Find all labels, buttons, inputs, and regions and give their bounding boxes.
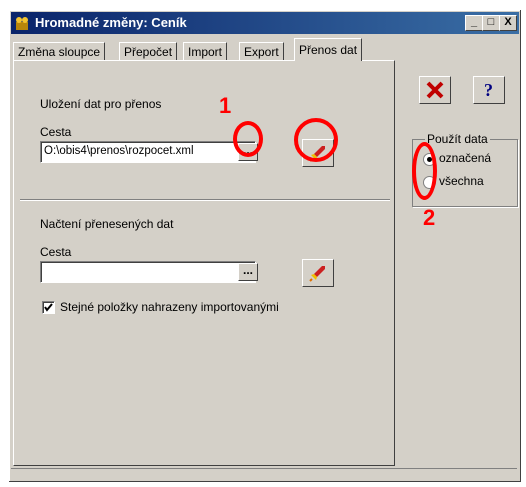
tab-prenos-dat[interactable]: Přenos dat (294, 38, 363, 61)
tab-panel: Uložení dat pro přenos Cesta O:\obis4\pr… (13, 60, 395, 466)
replace-checkbox[interactable] (42, 301, 55, 314)
annotation-ring-radios (412, 142, 437, 200)
maximize-button[interactable]: □ (482, 15, 500, 31)
import-browse-button[interactable]: ... (238, 263, 258, 281)
annotation-ring-browse (233, 121, 263, 157)
help-button[interactable]: ? (473, 76, 505, 104)
tab-zmena-sloupce[interactable]: Změna sloupce (13, 42, 106, 61)
question-icon: ? (484, 80, 493, 100)
red-x-icon (426, 81, 444, 99)
export-heading: Uložení dat pro přenos (40, 97, 162, 111)
annotation-number-2: 2 (423, 205, 436, 230)
window-title: Hromadné změny: Ceník (35, 15, 187, 30)
import-heading: Načtení přenesených dat (40, 217, 174, 231)
use-data-label: Použít data (425, 132, 490, 146)
tab-prepocet[interactable]: Přepočet (119, 42, 178, 61)
export-path-label: Cesta (40, 125, 72, 139)
dialog-window: Hromadné změny: Ceník _ □ X Změna sloupc… (9, 10, 521, 482)
rocket-icon (309, 266, 325, 282)
tab-import[interactable]: Import (183, 42, 228, 61)
check-icon (44, 303, 53, 312)
radio-vsechna-label: všechna (439, 174, 484, 188)
import-run-button[interactable] (302, 259, 334, 287)
annotation-ring-run (294, 118, 338, 162)
svg-text:?: ? (484, 80, 493, 100)
status-bar (11, 468, 517, 481)
title-bar: Hromadné změny: Ceník _ □ X (11, 12, 519, 34)
replace-checkbox-label: Stejné položky nahrazeny importovanými (60, 300, 279, 314)
import-path-label: Cesta (40, 245, 72, 259)
cancel-button[interactable] (419, 76, 451, 104)
section-divider (20, 199, 390, 201)
export-path-input[interactable]: O:\obis4\prenos\rozpocet.xml (40, 141, 256, 163)
annotation-number-1: 1 (219, 93, 232, 118)
close-button[interactable]: X (499, 15, 517, 31)
app-icon (14, 15, 30, 31)
tab-export[interactable]: Export (239, 42, 284, 61)
minimize-button[interactable]: _ (465, 15, 483, 31)
import-path-input[interactable] (40, 261, 256, 283)
radio-oznacena-label: označená (439, 151, 492, 165)
